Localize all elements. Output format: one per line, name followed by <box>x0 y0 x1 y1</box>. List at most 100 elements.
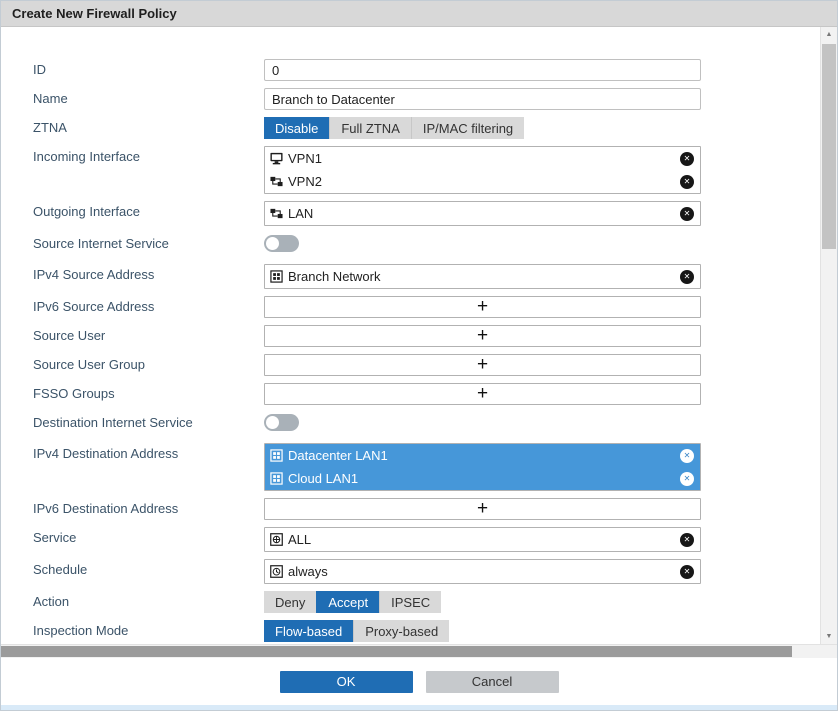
row-source-internet-service: Source Internet Service <box>1 233 820 257</box>
service-globe-icon <box>269 532 284 547</box>
source-internet-service-toggle[interactable] <box>264 235 299 252</box>
inspection-mode-label: Inspection Mode <box>1 620 264 638</box>
entry-lan[interactable]: LAN ✕ <box>265 202 700 225</box>
tunnel-interface-icon <box>269 206 284 221</box>
remove-vpn1-icon[interactable]: ✕ <box>680 152 694 166</box>
ipv6-destination-address-add-button[interactable]: + <box>264 498 701 520</box>
row-ipv4-source-address: IPv4 Source Address Branch Network ✕ <box>1 264 820 289</box>
tunnel-interface-icon <box>269 174 284 189</box>
fsso-groups-add-button[interactable]: + <box>264 383 701 405</box>
scroll-up-icon[interactable]: ▲ <box>821 27 837 42</box>
ok-button[interactable]: OK <box>280 671 413 693</box>
incoming-interface-field[interactable]: VPN1 ✕ VPN2 ✕ <box>264 146 701 194</box>
remove-branch-network-icon[interactable]: ✕ <box>680 270 694 284</box>
ztna-ip-mac-filtering-button[interactable]: IP/MAC filtering <box>411 117 524 139</box>
source-user-add-button[interactable]: + <box>264 325 701 347</box>
entry-branch-network[interactable]: Branch Network ✕ <box>265 265 700 288</box>
action-deny-button[interactable]: Deny <box>264 591 316 613</box>
destination-internet-service-toggle[interactable] <box>264 414 299 431</box>
destination-internet-service-label: Destination Internet Service <box>1 412 264 430</box>
ipv4-source-address-label: IPv4 Source Address <box>1 264 264 282</box>
ztna-label: ZTNA <box>1 117 264 135</box>
id-label: ID <box>1 59 264 77</box>
plus-icon: + <box>477 355 488 374</box>
schedule-clock-icon <box>269 564 284 579</box>
remove-cloud-lan1-icon[interactable]: ✕ <box>680 472 694 486</box>
ztna-disable-button[interactable]: Disable <box>264 117 329 139</box>
action-segmented: Deny Accept IPSEC <box>264 591 441 613</box>
ipv4-source-address-field[interactable]: Branch Network ✕ <box>264 264 701 289</box>
source-user-group-add-button[interactable]: + <box>264 354 701 376</box>
source-user-label: Source User <box>1 325 264 343</box>
vertical-scrollbar-thumb[interactable] <box>822 44 836 249</box>
entry-label: ALL <box>288 532 680 547</box>
row-inspection-mode: Inspection Mode Flow-based Proxy-based <box>1 620 820 642</box>
row-destination-internet-service: Destination Internet Service <box>1 412 820 436</box>
ipv4-destination-address-label: IPv4 Destination Address <box>1 443 264 461</box>
outgoing-interface-field[interactable]: LAN ✕ <box>264 201 701 226</box>
entry-vpn1[interactable]: VPN1 ✕ <box>265 147 700 170</box>
scroll-down-icon[interactable]: ▼ <box>821 629 837 644</box>
remove-always-schedule-icon[interactable]: ✕ <box>680 565 694 579</box>
row-source-user: Source User + <box>1 325 820 347</box>
row-ipv6-destination-address: IPv6 Destination Address + <box>1 498 820 520</box>
row-incoming-interface: Incoming Interface VPN1 ✕ <box>1 146 820 194</box>
dialog-footer: OK Cancel <box>1 658 837 705</box>
ipv6-source-address-label: IPv6 Source Address <box>1 296 264 314</box>
inspection-mode-segmented: Flow-based Proxy-based <box>264 620 449 642</box>
plus-icon: + <box>477 499 488 518</box>
vertical-scrollbar[interactable]: ▲ ▼ <box>820 27 837 644</box>
remove-vpn2-icon[interactable]: ✕ <box>680 175 694 189</box>
remove-datacenter-lan1-icon[interactable]: ✕ <box>680 449 694 463</box>
ipv6-destination-address-label: IPv6 Destination Address <box>1 498 264 516</box>
incoming-interface-label: Incoming Interface <box>1 146 264 164</box>
entry-cloud-lan1[interactable]: Cloud LAN1 ✕ <box>265 467 700 490</box>
fsso-groups-label: FSSO Groups <box>1 383 264 401</box>
cancel-button[interactable]: Cancel <box>426 671 559 693</box>
ipv4-destination-address-field[interactable]: Datacenter LAN1 ✕ Cloud LAN1 ✕ <box>264 443 701 491</box>
row-ipv6-source-address: IPv6 Source Address + <box>1 296 820 318</box>
entry-datacenter-lan1[interactable]: Datacenter LAN1 ✕ <box>265 444 700 467</box>
ztna-segmented: Disable Full ZTNA IP/MAC filtering <box>264 117 524 139</box>
inspection-flow-based-button[interactable]: Flow-based <box>264 620 353 642</box>
row-schedule: Schedule always ✕ <box>1 559 820 584</box>
entry-vpn2[interactable]: VPN2 ✕ <box>265 170 700 193</box>
dialog-body: ID Name ZTNA Disable Full ZTNA <box>1 27 837 644</box>
monitor-interface-icon <box>269 151 284 166</box>
service-label: Service <box>1 527 264 545</box>
schedule-label: Schedule <box>1 559 264 577</box>
entry-label: Branch Network <box>288 269 680 284</box>
create-firewall-policy-dialog: Create New Firewall Policy ID Name ZTNA <box>0 0 838 711</box>
horizontal-scrollbar-thumb[interactable] <box>1 646 792 657</box>
policy-form: ID Name ZTNA Disable Full ZTNA <box>1 27 820 644</box>
subnet-icon <box>269 471 284 486</box>
action-accept-button[interactable]: Accept <box>316 591 379 613</box>
remove-all-service-icon[interactable]: ✕ <box>680 533 694 547</box>
row-ipv4-destination-address: IPv4 Destination Address Datacenter LAN1… <box>1 443 820 491</box>
horizontal-scrollbar[interactable] <box>1 644 837 658</box>
outgoing-interface-label: Outgoing Interface <box>1 201 264 219</box>
row-ztna: ZTNA Disable Full ZTNA IP/MAC filtering <box>1 117 820 139</box>
entry-always-schedule[interactable]: always ✕ <box>265 560 700 583</box>
row-id: ID <box>1 59 820 81</box>
row-service: Service ALL ✕ <box>1 527 820 552</box>
remove-lan-icon[interactable]: ✕ <box>680 207 694 221</box>
toggle-knob-icon <box>266 237 279 250</box>
subnet-icon <box>269 269 284 284</box>
inspection-proxy-based-button[interactable]: Proxy-based <box>353 620 449 642</box>
entry-all-service[interactable]: ALL ✕ <box>265 528 700 551</box>
service-field[interactable]: ALL ✕ <box>264 527 701 552</box>
dialog-bottom-strip <box>1 705 837 710</box>
plus-icon: + <box>477 384 488 403</box>
action-ipsec-button[interactable]: IPSEC <box>379 591 441 613</box>
schedule-field[interactable]: always ✕ <box>264 559 701 584</box>
dialog-title: Create New Firewall Policy <box>12 6 177 21</box>
ztna-full-ztna-button[interactable]: Full ZTNA <box>329 117 411 139</box>
row-source-user-group: Source User Group + <box>1 354 820 376</box>
ipv6-source-address-add-button[interactable]: + <box>264 296 701 318</box>
vertical-scrollbar-track[interactable] <box>821 42 837 629</box>
name-input[interactable] <box>264 88 701 110</box>
id-input[interactable] <box>264 59 701 81</box>
entry-label: Datacenter LAN1 <box>288 448 680 463</box>
row-fsso-groups: FSSO Groups + <box>1 383 820 405</box>
